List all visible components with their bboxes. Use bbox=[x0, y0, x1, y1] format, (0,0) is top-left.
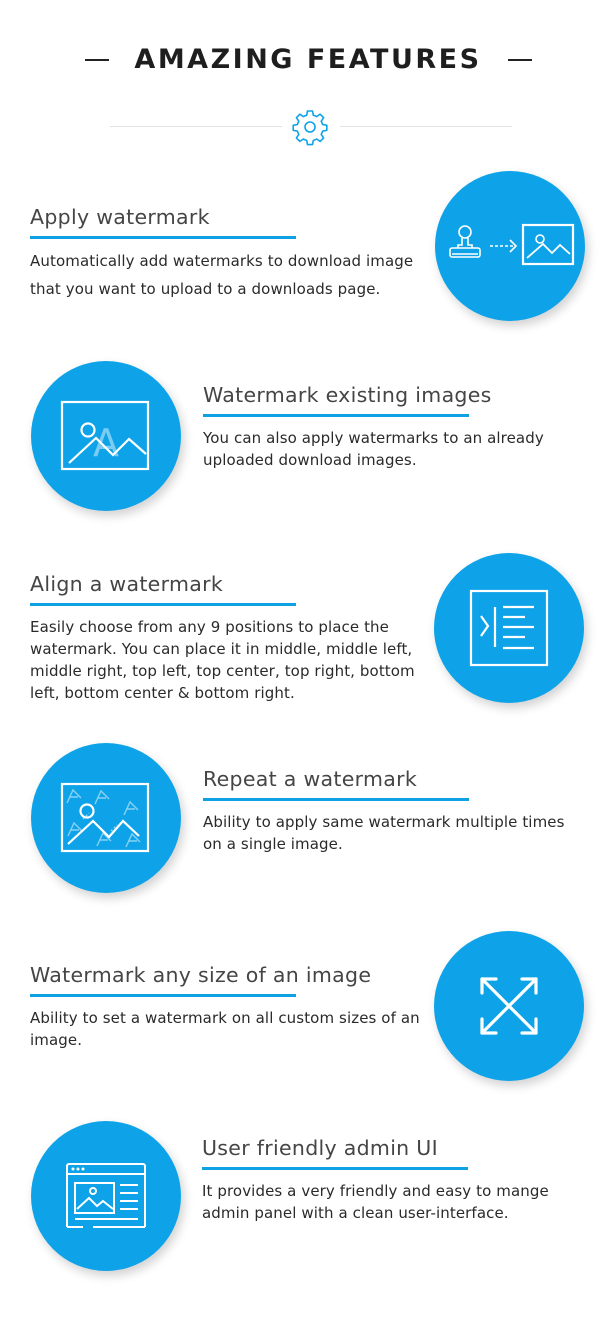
feature-title: User friendly admin UI bbox=[202, 1136, 438, 1160]
feature-icon-circle bbox=[434, 931, 584, 1081]
title-underline bbox=[202, 1167, 468, 1170]
divider-left bbox=[110, 126, 282, 127]
feature-icon-circle bbox=[31, 1121, 181, 1271]
title-dash-right bbox=[508, 59, 532, 61]
feature-watermark-any-size: Watermark any size of an image Ability t… bbox=[30, 962, 430, 1051]
align-indent-icon bbox=[469, 589, 549, 667]
image-watermark-icon: A bbox=[60, 400, 150, 471]
feature-title: Watermark existing images bbox=[203, 383, 492, 407]
expand-arrows-icon bbox=[480, 977, 538, 1035]
title-underline bbox=[30, 603, 296, 606]
svg-text:A: A bbox=[93, 421, 119, 465]
feature-title: Align a watermark bbox=[30, 572, 223, 596]
feature-description: It provides a very friendly and easy to … bbox=[202, 1181, 549, 1222]
stamp-to-image-icon bbox=[449, 223, 575, 266]
feature-description: You can also apply watermarks to an alre… bbox=[203, 428, 544, 469]
feature-title: Watermark any size of an image bbox=[30, 963, 372, 987]
title-underline bbox=[203, 414, 469, 417]
feature-align-watermark: Align a watermark Easily choose from any… bbox=[30, 571, 425, 704]
divider-right bbox=[340, 126, 512, 127]
title-underline bbox=[203, 798, 469, 801]
repeat-watermark-image-icon bbox=[60, 782, 150, 853]
feature-description: Ability to apply same watermark multiple… bbox=[203, 812, 565, 853]
admin-window-icon bbox=[66, 1163, 146, 1228]
gear-icon bbox=[292, 110, 328, 146]
feature-icon-circle bbox=[434, 553, 584, 703]
feature-icon-circle: A bbox=[31, 361, 181, 511]
feature-icon-circle bbox=[435, 171, 585, 321]
feature-description: Easily choose from any 9 positions to pl… bbox=[30, 617, 415, 702]
title-underline bbox=[30, 994, 296, 997]
feature-user-friendly-admin-ui: User friendly admin UI It provides a ver… bbox=[202, 1135, 587, 1224]
feature-description: Ability to set a watermark on all custom… bbox=[30, 1008, 420, 1049]
feature-repeat-watermark: Repeat a watermark Ability to apply same… bbox=[203, 766, 583, 855]
feature-apply-watermark: Apply watermark Automatically add waterm… bbox=[30, 204, 425, 303]
feature-watermark-existing-images: Watermark existing images You can also a… bbox=[203, 382, 583, 471]
feature-description: Automatically add watermarks to download… bbox=[30, 251, 414, 298]
feature-title: Apply watermark bbox=[30, 205, 210, 229]
feature-icon-circle bbox=[31, 743, 181, 893]
feature-title: Repeat a watermark bbox=[203, 767, 418, 791]
title-underline bbox=[30, 236, 296, 239]
section-header: AMAZING FEATURES bbox=[0, 40, 616, 80]
